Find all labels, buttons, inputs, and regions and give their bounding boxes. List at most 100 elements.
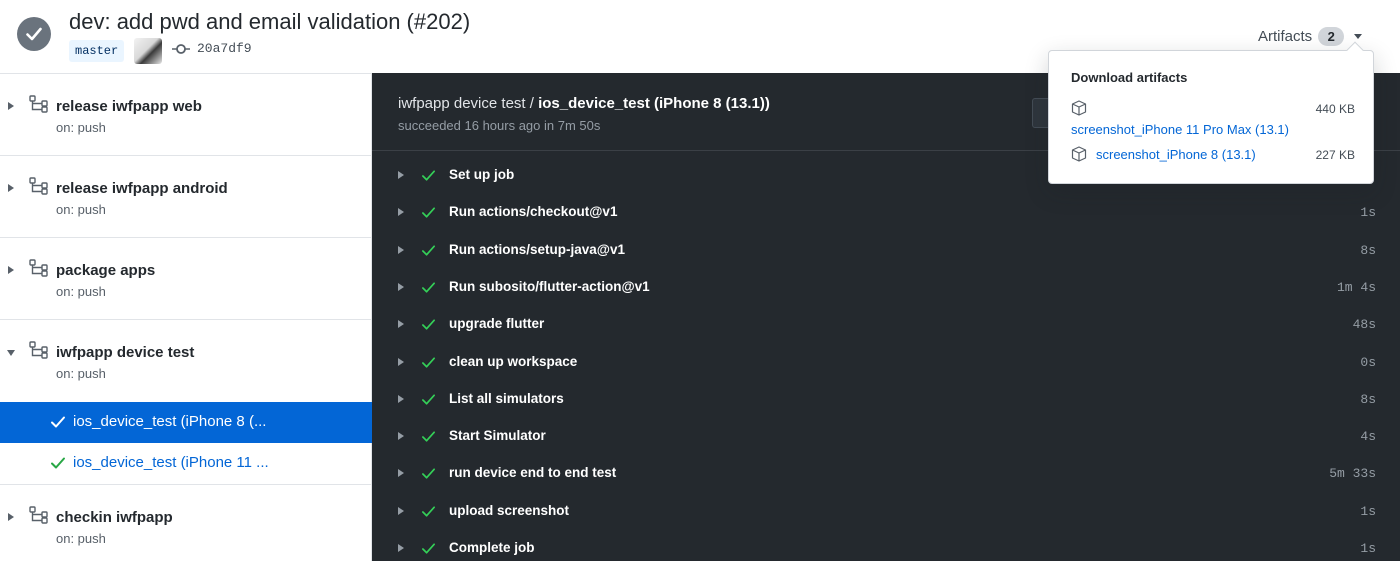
step-row[interactable]: clean up workspace 0s (372, 344, 1400, 381)
chevron-right-icon[interactable] (8, 184, 14, 192)
actions-run-page: dev: add pwd and email validation (#202)… (0, 0, 1400, 561)
check-icon (51, 457, 65, 469)
step-duration: 1s (1360, 503, 1376, 519)
run-title: dev: add pwd and email validation (#202) (69, 9, 471, 34)
workflow-trigger: on: push (56, 531, 106, 546)
workflow-trigger: on: push (56, 366, 106, 381)
chevron-right-icon[interactable] (398, 320, 404, 329)
step-name: Run actions/setup-java@v1 (449, 241, 625, 257)
chevron-right-icon[interactable] (8, 102, 14, 110)
check-icon (422, 431, 435, 442)
check-icon (422, 170, 435, 181)
workflow-sidebar: release iwfpapp web on: push release iwf… (0, 73, 372, 561)
chevron-right-icon[interactable] (398, 469, 404, 478)
status-check-icon (17, 17, 51, 51)
commit-sha-link[interactable]: 20a7df9 (197, 41, 252, 56)
step-name: Run actions/checkout@v1 (449, 204, 618, 220)
artifacts-count-badge: 2 (1318, 26, 1345, 46)
author-avatar[interactable] (134, 38, 162, 64)
job-name: ios_device_test (iPhone 11 ... (73, 454, 269, 471)
chevron-right-icon[interactable] (398, 208, 404, 217)
job-title-name: ios_device_test (iPhone 8 (13.1)) (538, 95, 770, 112)
artifact-item-iphone-8[interactable]: screenshot_iPhone 8 (13.1) 227 KB (1049, 143, 1375, 167)
dropdown-title: Download artifacts (1071, 70, 1188, 85)
step-name: upgrade flutter (449, 316, 545, 332)
workflow-icon (29, 177, 48, 195)
check-icon (422, 319, 435, 330)
workflow-name: package apps (56, 262, 156, 279)
step-duration: 48s (1352, 317, 1376, 333)
step-duration: 5m 33s (1329, 466, 1376, 482)
artifact-name[interactable]: screenshot_iPhone 11 Pro Max (13.1) (1071, 122, 1289, 137)
step-name: clean up workspace (449, 353, 578, 369)
job-status-text: succeeded 16 hours ago in 7m 50s (398, 118, 601, 133)
step-duration: 0s (1360, 354, 1376, 370)
branch-label[interactable]: master (69, 40, 125, 62)
workflow-name: release iwfpapp android (56, 180, 228, 197)
chevron-right-icon[interactable] (398, 432, 404, 441)
step-duration: 8s (1360, 391, 1376, 407)
sidebar-job-iphone-8[interactable]: ios_device_test (iPhone 8 (... (0, 402, 372, 443)
chevron-down-icon (1354, 33, 1363, 39)
chevron-right-icon[interactable] (398, 394, 404, 403)
step-name: run device end to end test (449, 465, 617, 481)
check-icon (422, 506, 435, 517)
step-row[interactable]: List all simulators 8s (372, 381, 1400, 418)
check-icon (51, 416, 65, 428)
step-name: Complete job (449, 540, 535, 555)
step-duration: 1m 4s (1336, 279, 1376, 295)
check-icon (422, 468, 435, 479)
sidebar-job-iphone-11[interactable]: ios_device_test (iPhone 11 ... (0, 443, 372, 484)
chevron-right-icon[interactable] (398, 282, 404, 291)
step-row[interactable]: run device end to end test 5m 33s (372, 455, 1400, 492)
check-icon (422, 543, 435, 554)
sidebar-workflow-release-web[interactable]: release iwfpapp web on: push (0, 73, 372, 155)
step-duration: 4s (1360, 429, 1376, 445)
job-title: iwfpapp device test / ios_device_test (i… (398, 95, 770, 112)
commit-icon (172, 44, 190, 54)
workflow-trigger: on: push (56, 202, 106, 217)
sidebar-workflow-checkin[interactable]: checkin iwfpapp on: push (0, 484, 372, 561)
step-row[interactable]: upgrade flutter 48s (372, 306, 1400, 343)
workflow-trigger: on: push (56, 120, 106, 135)
artifact-size: 440 KB (1315, 102, 1355, 116)
sidebar-workflow-release-android[interactable]: release iwfpapp android on: push (0, 155, 372, 237)
sidebar-workflow-package-apps[interactable]: package apps on: push (0, 237, 372, 319)
chevron-right-icon[interactable] (398, 544, 404, 552)
workflow-icon (29, 506, 48, 524)
job-name: ios_device_test (iPhone 8 (... (73, 413, 267, 430)
artifact-name[interactable]: screenshot_iPhone 8 (13.1) (1096, 147, 1256, 162)
check-icon (422, 356, 435, 368)
package-icon (1071, 100, 1087, 116)
step-name: Run subosito/flutter-action@v1 (449, 278, 650, 294)
step-duration: 1s (1360, 205, 1376, 221)
step-name: List all simulators (449, 390, 564, 406)
step-duration: 8s (1360, 242, 1376, 258)
artifacts-label: Artifacts (1258, 27, 1313, 45)
chevron-right-icon[interactable] (8, 266, 14, 274)
workflow-name: checkin iwfpapp (56, 509, 173, 526)
chevron-right-icon[interactable] (398, 171, 404, 179)
workflow-name: iwfpapp device test (56, 344, 195, 361)
workflow-icon (29, 95, 48, 113)
step-row[interactable]: Complete job 1s (372, 530, 1400, 561)
chevron-down-icon[interactable] (7, 350, 15, 356)
artifact-size: 227 KB (1315, 148, 1355, 162)
step-row[interactable]: Start Simulator 4s (372, 418, 1400, 455)
workflow-name: release iwfpapp web (56, 98, 202, 115)
package-icon (1071, 146, 1087, 162)
artifact-item-iphone-11[interactable]: 440 KB screenshot_iPhone 11 Pro Max (13.… (1049, 99, 1375, 139)
workflow-icon (29, 259, 48, 277)
chevron-right-icon[interactable] (398, 245, 404, 254)
step-name: Start Simulator (449, 428, 546, 444)
step-row[interactable]: Run actions/checkout@v1 1s (372, 194, 1400, 231)
chevron-right-icon[interactable] (8, 513, 14, 521)
step-row[interactable]: Run subosito/flutter-action@v1 1m 4s (372, 269, 1400, 306)
chevron-right-icon[interactable] (398, 357, 404, 366)
check-icon (422, 245, 435, 256)
step-row[interactable]: Run actions/setup-java@v1 8s (372, 232, 1400, 269)
artifacts-button[interactable]: Artifacts 2 (1258, 24, 1363, 48)
step-row[interactable]: upload screenshot 1s (372, 493, 1400, 530)
chevron-right-icon[interactable] (398, 506, 404, 515)
sidebar-workflow-device-test[interactable]: iwfpapp device test on: push (0, 319, 372, 402)
